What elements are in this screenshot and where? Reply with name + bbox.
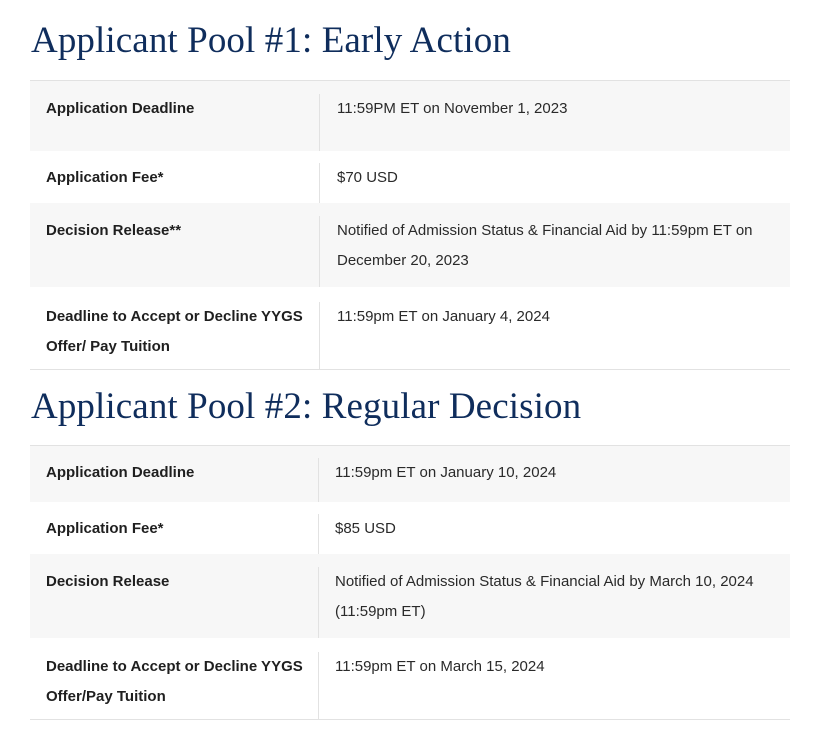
row-label: Deadline to Accept or Decline YYGS Offer… [30,652,319,719]
row-value: $70 USD [337,169,398,186]
row-value: 11:59pm ET on January 4, 2024 [337,308,550,325]
row-value: 11:59pm ET on March 15, 2024 [335,658,545,675]
row-label: Application Deadline [30,94,320,151]
row-value: $85 USD [335,520,396,537]
table-row: Deadline to Accept or Decline YYGS Offer… [30,287,790,369]
row-value: 11:59PM ET on November 1, 2023 [337,100,568,117]
table-row: Application Deadline 11:59PM ET on Novem… [30,81,790,151]
row-label: Application Deadline [30,458,319,502]
section-title-regular-decision: Applicant Pool #2: Regular Decision [31,386,582,427]
table-row: Application Fee* $85 USD [30,502,790,554]
table-row: Deadline to Accept or Decline YYGS Offer… [30,638,790,719]
row-label: Application Fee* [30,163,320,203]
section-title-early-action: Applicant Pool #1: Early Action [31,20,511,61]
row-value: Notified of Admission Status & Financial… [337,222,753,269]
table-row: Decision Release Notified of Admission S… [30,554,790,638]
table-row: Application Deadline 11:59pm ET on Janua… [30,446,790,502]
row-label: Deadline to Accept or Decline YYGS Offer… [30,302,320,369]
row-value: Notified of Admission Status & Financial… [335,573,754,620]
row-label: Application Fee* [30,514,319,554]
table-row: Decision Release** Notified of Admission… [30,203,790,287]
table-row: Application Fee* $70 USD [30,151,790,203]
regular-decision-table: Application Deadline 11:59pm ET on Janua… [30,445,790,720]
row-label: Decision Release [30,567,319,638]
row-label: Decision Release** [30,216,320,287]
row-value: 11:59pm ET on January 10, 2024 [335,464,557,481]
early-action-table: Application Deadline 11:59PM ET on Novem… [30,80,790,370]
